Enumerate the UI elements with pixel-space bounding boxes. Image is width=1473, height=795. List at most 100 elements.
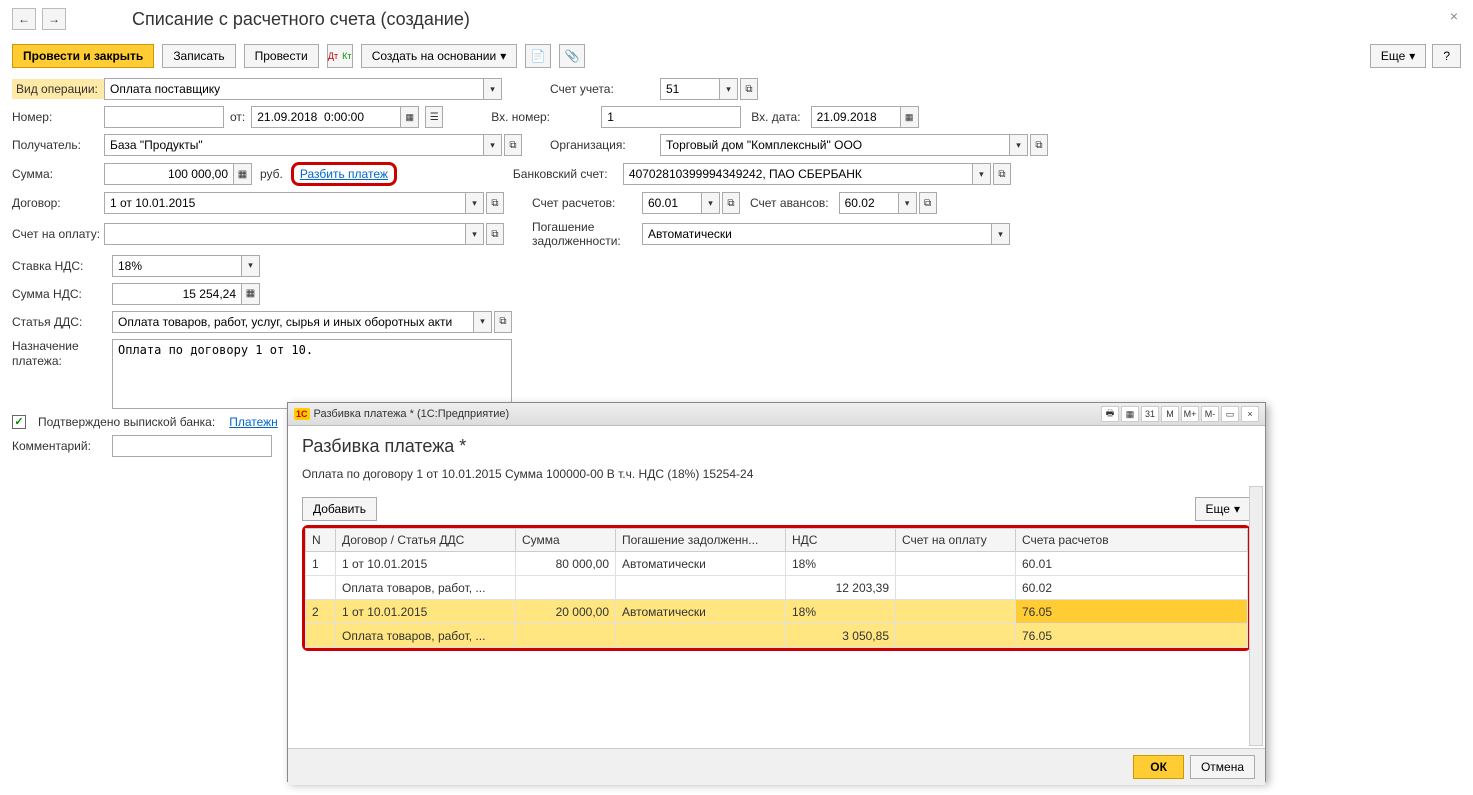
split-payment-link[interactable]: Разбить платеж: [300, 167, 388, 181]
payment-order-link[interactable]: Платежн: [229, 415, 278, 429]
modal-more-button[interactable]: Еще ▾: [1195, 497, 1251, 521]
attach-icon[interactable]: 📎: [559, 44, 585, 68]
document-icon[interactable]: 📄: [525, 44, 551, 68]
memory-mplus-button[interactable]: M+: [1181, 406, 1199, 422]
in-number-label: Вх. номер:: [491, 110, 601, 124]
comment-label: Комментарий:: [12, 439, 104, 453]
ok-button[interactable]: ОК: [1133, 755, 1184, 779]
calculator-icon[interactable]: [242, 283, 260, 305]
col-acc[interactable]: Счета расчетов: [1016, 529, 1248, 552]
cancel-button[interactable]: Отмена: [1190, 755, 1255, 779]
dropdown-icon[interactable]: ▾: [242, 255, 260, 277]
write-button[interactable]: Записать: [162, 44, 235, 68]
confirmed-checkbox[interactable]: ✓: [12, 415, 26, 429]
calendar-icon[interactable]: ▦: [901, 106, 919, 128]
calendar-icon[interactable]: 31: [1141, 406, 1159, 422]
memory-m-button[interactable]: M: [1161, 406, 1179, 422]
date-input[interactable]: [251, 106, 401, 128]
org-input[interactable]: [660, 134, 1010, 156]
in-number-input[interactable]: [601, 106, 741, 128]
close-icon[interactable]: ×: [1241, 406, 1259, 422]
back-button[interactable]: ←: [12, 8, 36, 30]
settle-acc-input[interactable]: [642, 192, 702, 214]
lookup-icon[interactable]: ⧉: [486, 223, 504, 245]
vat-rate-input[interactable]: [112, 255, 242, 277]
debt-input[interactable]: [642, 223, 992, 245]
lookup-icon[interactable]: ⧉: [993, 163, 1011, 185]
calculator-icon[interactable]: [234, 163, 252, 185]
split-payment-dialog: 1C Разбивка платежа * (1С:Предприятие) 🖶…: [287, 402, 1266, 782]
forward-button[interactable]: →: [42, 8, 66, 30]
add-button[interactable]: Добавить: [302, 497, 377, 521]
close-icon[interactable]: ×: [1450, 8, 1458, 24]
print-icon[interactable]: 🖶: [1101, 406, 1119, 422]
col-n[interactable]: N: [306, 529, 336, 552]
bank-acc-label: Банковский счет:: [513, 167, 623, 181]
col-sum[interactable]: Сумма: [516, 529, 616, 552]
lookup-icon[interactable]: ⧉: [494, 311, 512, 333]
scrollbar[interactable]: [1249, 486, 1263, 746]
table-row[interactable]: 21 от 10.01.201520 000,00Автоматически18…: [306, 600, 1248, 624]
lookup-icon[interactable]: ⧉: [919, 192, 937, 214]
number-label: Номер:: [12, 110, 104, 124]
operation-type-input[interactable]: [104, 78, 484, 100]
lookup-icon[interactable]: ⧉: [722, 192, 740, 214]
number-input[interactable]: [104, 106, 224, 128]
col-debt[interactable]: Погашение задолженн...: [616, 529, 786, 552]
recipient-input[interactable]: [104, 134, 484, 156]
memory-mminus-button[interactable]: M-: [1201, 406, 1219, 422]
settle-acc-label: Счет расчетов:: [532, 196, 642, 210]
operation-type-label: Вид операции:: [12, 79, 104, 99]
dropdown-icon[interactable]: ▾: [466, 192, 484, 214]
in-date-input[interactable]: [811, 106, 901, 128]
in-date-label: Вх. дата:: [751, 110, 800, 124]
purpose-textarea[interactable]: [112, 339, 512, 409]
modal-title: Разбивка платежа *: [302, 436, 1251, 457]
dropdown-icon[interactable]: ▾: [720, 78, 738, 100]
contract-input[interactable]: [104, 192, 466, 214]
table-row[interactable]: Оплата товаров, работ, ...12 203,3960.02: [306, 576, 1248, 600]
post-button[interactable]: Провести: [244, 44, 319, 68]
currency-label: руб.: [260, 167, 283, 181]
help-button[interactable]: ?: [1432, 44, 1461, 68]
dropdown-icon[interactable]: ▾: [484, 134, 502, 156]
dropdown-icon[interactable]: ▾: [474, 311, 492, 333]
advance-acc-label: Счет авансов:: [750, 196, 829, 210]
calendar-icon[interactable]: ▦: [401, 106, 419, 128]
invoice-label: Счет на оплату:: [12, 227, 104, 241]
split-table[interactable]: N Договор / Статья ДДС Сумма Погашение з…: [305, 528, 1248, 648]
table-row[interactable]: 11 от 10.01.201580 000,00Автоматически18…: [306, 552, 1248, 576]
chevron-down-icon: ▾: [500, 49, 506, 63]
create-based-button[interactable]: Создать на основании ▾: [361, 44, 518, 68]
table-row[interactable]: Оплата товаров, работ, ...3 050,8576.05: [306, 624, 1248, 648]
dds-input[interactable]: [112, 311, 474, 333]
sum-input[interactable]: [104, 163, 234, 185]
dropdown-icon[interactable]: ▾: [973, 163, 991, 185]
dropdown-icon[interactable]: ▾: [702, 192, 720, 214]
col-contract[interactable]: Договор / Статья ДДС: [336, 529, 516, 552]
lookup-icon[interactable]: ⧉: [486, 192, 504, 214]
dropdown-icon[interactable]: ▾: [992, 223, 1010, 245]
invoice-input[interactable]: [104, 223, 466, 245]
bank-acc-input[interactable]: [623, 163, 973, 185]
vat-sum-input[interactable]: [112, 283, 242, 305]
dropdown-icon[interactable]: ▾: [484, 78, 502, 100]
dtkt-icon[interactable]: ДтКт: [327, 44, 353, 68]
lookup-icon[interactable]: ⧉: [740, 78, 758, 100]
dropdown-icon[interactable]: ▾: [1010, 134, 1028, 156]
advance-acc-input[interactable]: [839, 192, 899, 214]
post-and-close-button[interactable]: Провести и закрыть: [12, 44, 154, 68]
grid-icon[interactable]: ▦: [1121, 406, 1139, 422]
modal-subtitle: Оплата по договору 1 от 10.01.2015 Сумма…: [302, 467, 1251, 481]
lookup-icon[interactable]: ⧉: [1030, 134, 1048, 156]
comment-input[interactable]: [112, 435, 272, 457]
list-icon[interactable]: ☰: [425, 106, 443, 128]
more-button[interactable]: Еще ▾: [1370, 44, 1426, 68]
dropdown-icon[interactable]: ▾: [466, 223, 484, 245]
lookup-icon[interactable]: ⧉: [504, 134, 522, 156]
col-vat[interactable]: НДС: [786, 529, 896, 552]
minimize-icon[interactable]: ▭: [1221, 406, 1239, 422]
dropdown-icon[interactable]: ▾: [899, 192, 917, 214]
account-input[interactable]: [660, 78, 720, 100]
col-invoice[interactable]: Счет на оплату: [896, 529, 1016, 552]
